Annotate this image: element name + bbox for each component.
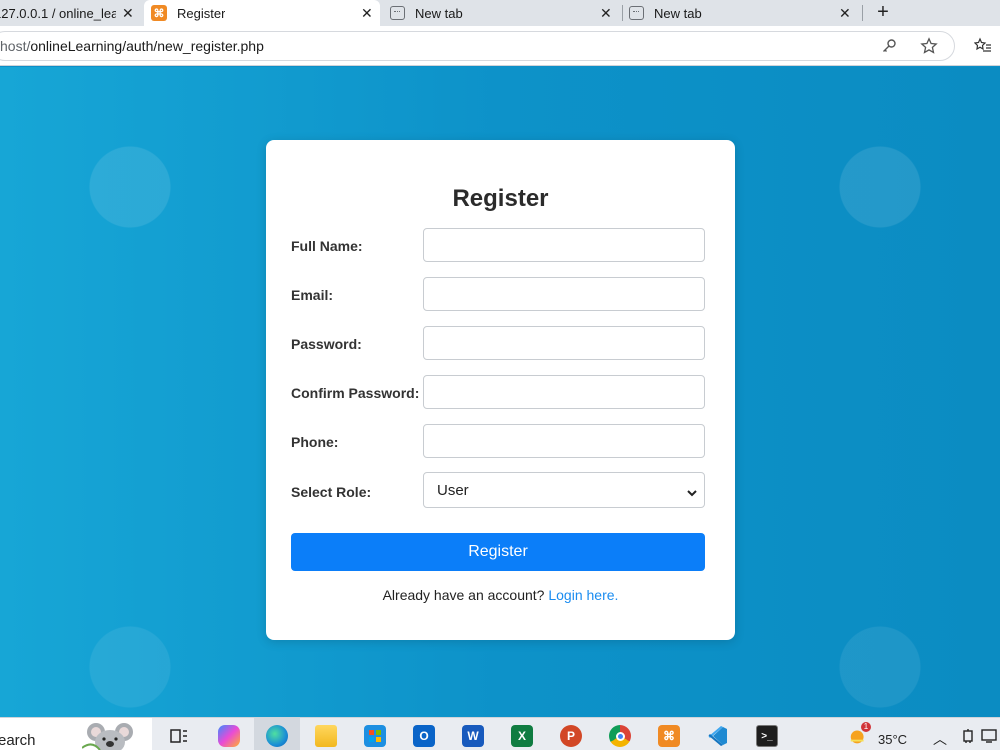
close-icon[interactable]: ✕ [600, 5, 612, 22]
new-tab-page-icon [629, 6, 644, 20]
close-icon[interactable]: ✕ [839, 5, 851, 22]
email-label: Email: [291, 287, 334, 303]
chevron-up-icon[interactable]: ︿ [933, 729, 947, 749]
tab-title: New tab [415, 5, 463, 21]
role-select-value: User [437, 482, 469, 499]
url-host: host/ [0, 38, 31, 54]
confirm-password-input[interactable] [423, 375, 705, 409]
close-icon[interactable]: ✕ [361, 5, 373, 22]
taskbar-search-text: earch [0, 732, 36, 749]
url-path: onlineLearning/auth/new_register.php [30, 38, 264, 54]
tab-title: Register [177, 5, 226, 21]
tab-new-1[interactable]: New tab ✕ [384, 0, 620, 26]
tab-title: New tab [654, 5, 702, 21]
email-input[interactable] [423, 277, 705, 311]
microsoft-store-icon[interactable] [364, 725, 386, 747]
tab-title: 127.0.0.1 / online_learning [0, 5, 116, 21]
weather-temperature[interactable]: 35°C [878, 732, 907, 747]
favorites-list-icon[interactable] [972, 35, 994, 57]
role-select[interactable]: User [423, 472, 705, 508]
phone-input[interactable] [423, 424, 705, 458]
full-name-label: Full Name: [291, 238, 363, 254]
word-icon[interactable]: W [462, 725, 484, 747]
edge-browser-icon[interactable] [266, 725, 288, 747]
taskbar: earch O W X P ⌘ >_ 1 35°C ︿ [0, 717, 1000, 750]
task-view-icon[interactable] [168, 725, 190, 747]
excel-icon[interactable]: X [511, 725, 533, 747]
tab-phpmyadmin[interactable]: 127.0.0.1 / online_learning ✕ [0, 0, 140, 26]
confirm-password-label: Confirm Password: [291, 385, 420, 401]
favorite-star-icon[interactable] [918, 35, 940, 57]
form-heading: Register [452, 185, 549, 212]
vscode-icon[interactable] [707, 725, 729, 747]
chevron-down-icon [686, 485, 698, 502]
register-button[interactable]: Register [291, 533, 705, 571]
url-text[interactable]: host/onlineLearning/auth/new_register.ph… [0, 38, 264, 54]
copilot-icon[interactable] [218, 725, 240, 747]
weather-badge: 1 [861, 722, 871, 732]
tab-new-2[interactable]: New tab ✕ [624, 0, 860, 26]
terminal-icon[interactable]: >_ [756, 725, 778, 747]
display-icon[interactable] [978, 725, 1000, 747]
phone-label: Phone: [291, 434, 339, 450]
xampp-icon[interactable]: ⌘ [658, 725, 680, 747]
role-label: Select Role: [291, 484, 372, 500]
new-tab-button[interactable]: + [873, 0, 893, 26]
login-prompt-text: Already have an account? [382, 587, 545, 603]
full-name-input[interactable] [423, 228, 705, 262]
tab-strip: 127.0.0.1 / online_learning ✕ ⌘ Register… [0, 0, 1000, 26]
password-input[interactable] [423, 326, 705, 360]
file-explorer-icon[interactable] [315, 725, 337, 747]
chrome-icon[interactable] [609, 725, 631, 747]
koala-illustration-icon [81, 720, 138, 750]
powerpoint-icon[interactable]: P [560, 725, 582, 747]
new-tab-page-icon [390, 6, 405, 20]
login-link[interactable]: Login here. [548, 587, 618, 603]
tab-register[interactable]: ⌘ Register ✕ [144, 0, 380, 26]
address-bar: host/onlineLearning/auth/new_register.ph… [0, 26, 1000, 66]
outlook-icon[interactable]: O [413, 725, 435, 747]
password-label: Password: [291, 336, 362, 352]
login-prompt: Already have an account? Login here. [266, 587, 735, 603]
tab-separator [862, 5, 863, 21]
register-card: Register Full Name: Email: Password: Con… [266, 140, 735, 640]
xampp-favicon-icon: ⌘ [151, 5, 167, 21]
close-icon[interactable]: ✕ [122, 5, 134, 22]
key-icon[interactable] [878, 35, 900, 57]
network-icon[interactable] [957, 725, 979, 747]
tab-separator [622, 5, 623, 21]
